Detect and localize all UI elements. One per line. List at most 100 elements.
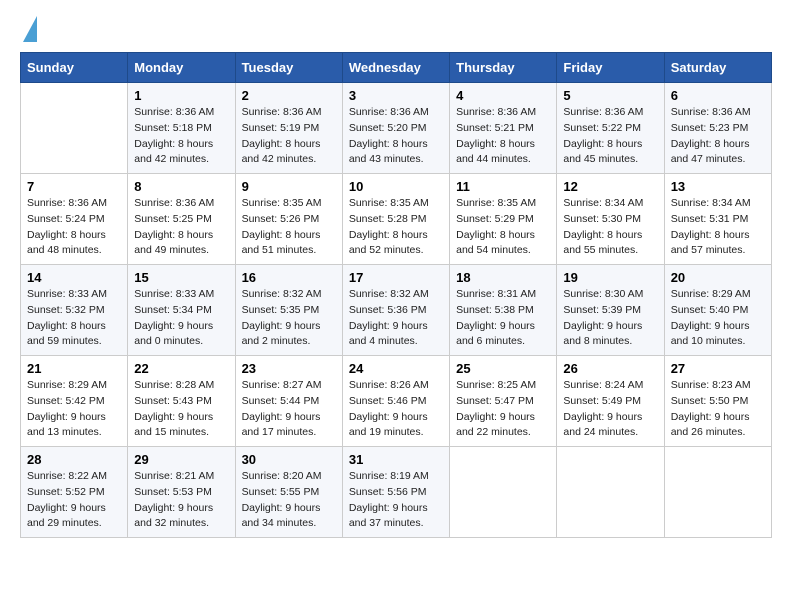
day-info: Sunrise: 8:36 AMSunset: 5:18 PMDaylight:…	[134, 105, 228, 168]
day-info: Sunrise: 8:32 AMSunset: 5:35 PMDaylight:…	[242, 287, 336, 350]
page-header	[20, 20, 772, 42]
day-number: 29	[134, 452, 228, 467]
day-number: 15	[134, 270, 228, 285]
day-number: 5	[563, 88, 657, 103]
day-cell	[664, 447, 771, 538]
day-info: Sunrise: 8:36 AMSunset: 5:22 PMDaylight:…	[563, 105, 657, 168]
day-number: 1	[134, 88, 228, 103]
day-cell: 16 Sunrise: 8:32 AMSunset: 5:35 PMDayligh…	[235, 265, 342, 356]
day-info: Sunrise: 8:33 AMSunset: 5:32 PMDaylight:…	[27, 287, 121, 350]
day-number: 7	[27, 179, 121, 194]
day-info: Sunrise: 8:36 AMSunset: 5:20 PMDaylight:…	[349, 105, 443, 168]
col-header-thursday: Thursday	[450, 53, 557, 83]
day-cell: 29Sunrise: 8:21 AMSunset: 5:53 PMDayligh…	[128, 447, 235, 538]
day-cell: 13Sunrise: 8:34 AMSunset: 5:31 PMDayligh…	[664, 174, 771, 265]
day-info: Sunrise: 8:35 AMSunset: 5:28 PMDaylight:…	[349, 196, 443, 259]
day-info: Sunrise: 8:36 AMSunset: 5:19 PMDaylight:…	[242, 105, 336, 168]
day-number: 27	[671, 361, 765, 376]
day-number: 22	[134, 361, 228, 376]
week-row-2: 7 Sunrise: 8:36 AMSunset: 5:24 PMDaylight…	[21, 174, 772, 265]
logo-icon	[23, 16, 37, 42]
day-info: Sunrise: 8:28 AMSunset: 5:43 PMDaylight:…	[134, 378, 228, 441]
day-info: Sunrise: 8:36 AMSunset: 5:24 PMDaylight:…	[27, 196, 121, 259]
day-info: Sunrise: 8:29 AMSunset: 5:40 PMDaylight:…	[671, 287, 765, 350]
day-info: Sunrise: 8:22 AMSunset: 5:52 PMDaylight:…	[27, 469, 121, 532]
day-cell	[557, 447, 664, 538]
day-number: 20	[671, 270, 765, 285]
day-cell: 28 Sunrise: 8:22 AMSunset: 5:52 PMDayligh…	[21, 447, 128, 538]
day-number: 26	[563, 361, 657, 376]
col-header-friday: Friday	[557, 53, 664, 83]
day-info: Sunrise: 8:25 AMSunset: 5:47 PMDaylight:…	[456, 378, 550, 441]
col-header-tuesday: Tuesday	[235, 53, 342, 83]
day-info: Sunrise: 8:36 AMSunset: 5:23 PMDaylight:…	[671, 105, 765, 168]
day-info: Sunrise: 8:36 AMSunset: 5:21 PMDaylight:…	[456, 105, 550, 168]
day-number: 17	[349, 270, 443, 285]
day-number: 3	[349, 88, 443, 103]
calendar-table: SundayMondayTuesdayWednesdayThursdayFrid…	[20, 52, 772, 538]
day-info: Sunrise: 8:29 AMSunset: 5:42 PMDaylight:…	[27, 378, 121, 441]
day-cell: 3 Sunrise: 8:36 AMSunset: 5:20 PMDaylight…	[342, 83, 449, 174]
day-info: Sunrise: 8:33 AMSunset: 5:34 PMDaylight:…	[134, 287, 228, 350]
day-info: Sunrise: 8:20 AMSunset: 5:55 PMDaylight:…	[242, 469, 336, 532]
day-number: 25	[456, 361, 550, 376]
day-cell: 15 Sunrise: 8:33 AMSunset: 5:34 PMDayligh…	[128, 265, 235, 356]
day-cell: 22 Sunrise: 8:28 AMSunset: 5:43 PMDayligh…	[128, 356, 235, 447]
day-cell: 11Sunrise: 8:35 AMSunset: 5:29 PMDayligh…	[450, 174, 557, 265]
day-info: Sunrise: 8:34 AMSunset: 5:30 PMDaylight:…	[563, 196, 657, 259]
col-header-wednesday: Wednesday	[342, 53, 449, 83]
day-number: 4	[456, 88, 550, 103]
day-number: 28	[27, 452, 121, 467]
day-info: Sunrise: 8:36 AMSunset: 5:25 PMDaylight:…	[134, 196, 228, 259]
day-cell: 24 Sunrise: 8:26 AMSunset: 5:46 PMDayligh…	[342, 356, 449, 447]
day-info: Sunrise: 8:19 AMSunset: 5:56 PMDaylight:…	[349, 469, 443, 532]
day-number: 14	[27, 270, 121, 285]
day-cell: 18Sunrise: 8:31 AMSunset: 5:38 PMDayligh…	[450, 265, 557, 356]
day-number: 2	[242, 88, 336, 103]
logo	[20, 20, 37, 42]
day-info: Sunrise: 8:27 AMSunset: 5:44 PMDaylight:…	[242, 378, 336, 441]
day-number: 19	[563, 270, 657, 285]
day-info: Sunrise: 8:26 AMSunset: 5:46 PMDaylight:…	[349, 378, 443, 441]
day-cell: 12 Sunrise: 8:34 AMSunset: 5:30 PMDayligh…	[557, 174, 664, 265]
day-info: Sunrise: 8:32 AMSunset: 5:36 PMDaylight:…	[349, 287, 443, 350]
week-row-3: 14 Sunrise: 8:33 AMSunset: 5:32 PMDayligh…	[21, 265, 772, 356]
day-cell: 27 Sunrise: 8:23 AMSunset: 5:50 PMDayligh…	[664, 356, 771, 447]
day-cell: 21Sunrise: 8:29 AMSunset: 5:42 PMDayligh…	[21, 356, 128, 447]
col-header-monday: Monday	[128, 53, 235, 83]
day-number: 12	[563, 179, 657, 194]
day-cell: 8 Sunrise: 8:36 AMSunset: 5:25 PMDaylight…	[128, 174, 235, 265]
day-info: Sunrise: 8:31 AMSunset: 5:38 PMDaylight:…	[456, 287, 550, 350]
day-number: 8	[134, 179, 228, 194]
day-cell: 5 Sunrise: 8:36 AMSunset: 5:22 PMDaylight…	[557, 83, 664, 174]
day-info: Sunrise: 8:35 AMSunset: 5:26 PMDaylight:…	[242, 196, 336, 259]
day-cell: 9Sunrise: 8:35 AMSunset: 5:26 PMDaylight…	[235, 174, 342, 265]
day-cell: 26 Sunrise: 8:24 AMSunset: 5:49 PMDayligh…	[557, 356, 664, 447]
day-cell: 31Sunrise: 8:19 AMSunset: 5:56 PMDayligh…	[342, 447, 449, 538]
day-cell: 20 Sunrise: 8:29 AMSunset: 5:40 PMDayligh…	[664, 265, 771, 356]
col-header-saturday: Saturday	[664, 53, 771, 83]
week-row-4: 21Sunrise: 8:29 AMSunset: 5:42 PMDayligh…	[21, 356, 772, 447]
day-cell	[21, 83, 128, 174]
day-info: Sunrise: 8:35 AMSunset: 5:29 PMDaylight:…	[456, 196, 550, 259]
day-info: Sunrise: 8:24 AMSunset: 5:49 PMDaylight:…	[563, 378, 657, 441]
day-number: 30	[242, 452, 336, 467]
day-number: 24	[349, 361, 443, 376]
day-cell: 17 Sunrise: 8:32 AMSunset: 5:36 PMDayligh…	[342, 265, 449, 356]
day-cell: 30 Sunrise: 8:20 AMSunset: 5:55 PMDayligh…	[235, 447, 342, 538]
day-cell: 25 Sunrise: 8:25 AMSunset: 5:47 PMDayligh…	[450, 356, 557, 447]
day-cell: 2 Sunrise: 8:36 AMSunset: 5:19 PMDaylight…	[235, 83, 342, 174]
day-number: 6	[671, 88, 765, 103]
day-cell: 1 Sunrise: 8:36 AMSunset: 5:18 PMDaylight…	[128, 83, 235, 174]
day-info: Sunrise: 8:34 AMSunset: 5:31 PMDaylight:…	[671, 196, 765, 259]
day-number: 16	[242, 270, 336, 285]
day-info: Sunrise: 8:23 AMSunset: 5:50 PMDaylight:…	[671, 378, 765, 441]
week-row-5: 28 Sunrise: 8:22 AMSunset: 5:52 PMDayligh…	[21, 447, 772, 538]
day-number: 10	[349, 179, 443, 194]
day-number: 23	[242, 361, 336, 376]
day-cell	[450, 447, 557, 538]
day-cell: 4 Sunrise: 8:36 AMSunset: 5:21 PMDaylight…	[450, 83, 557, 174]
day-info: Sunrise: 8:30 AMSunset: 5:39 PMDaylight:…	[563, 287, 657, 350]
day-cell: 7 Sunrise: 8:36 AMSunset: 5:24 PMDaylight…	[21, 174, 128, 265]
col-header-sunday: Sunday	[21, 53, 128, 83]
